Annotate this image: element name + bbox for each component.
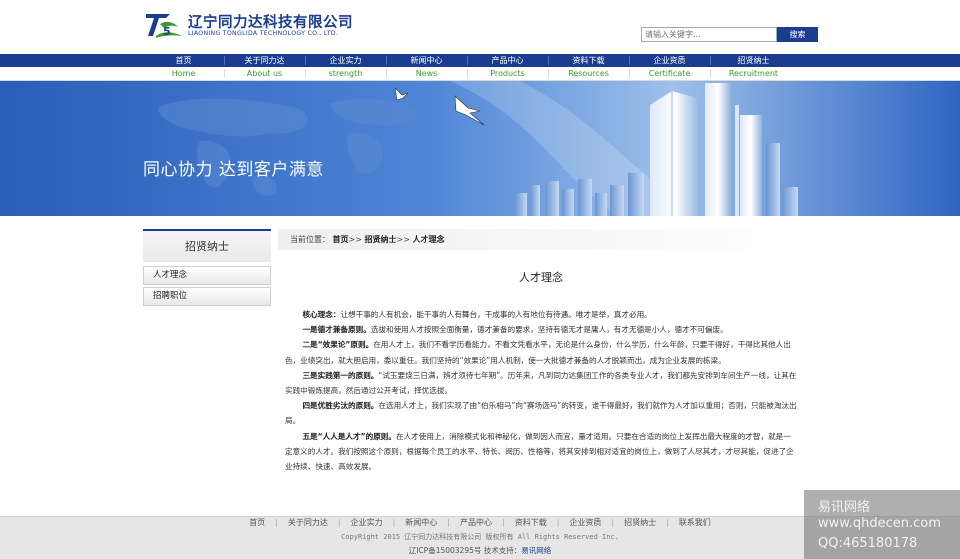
support-label: 技术支持： (483, 546, 522, 555)
nav-item-certificate[interactable]: 企业资质 Certificate (629, 54, 710, 81)
paragraph-text: 让想干事的人有机会，能干事的人有舞台，干成事的人有地位有待遇。唯才是举，真才必用… (340, 310, 652, 319)
nav-label-en: Resources (568, 69, 609, 78)
sidebar-title: 招贤纳士 (143, 229, 271, 262)
article-paragraph: 四是优胜劣汰的原则。在选用人才上，我们实现了由“伯乐相马”向“赛场选马”的转变，… (285, 398, 797, 428)
nav-label-cn: 新闻中心 (410, 56, 443, 65)
nav-divider (710, 69, 711, 78)
banner-illustration (0, 81, 960, 216)
breadcrumb-separator: >> (348, 235, 362, 244)
search-box: 搜索 (641, 27, 819, 43)
sidebar-item-talent-philosophy[interactable]: 人才理念 (143, 266, 271, 285)
nav-label-cn: 企业实力 (329, 56, 362, 65)
nav-label-cn: 产品中心 (491, 56, 524, 65)
footer-divider: | (556, 518, 560, 527)
paragraph-lead: 核心理念： (302, 310, 341, 319)
paragraph-text: 选拔和使用人才按照全面衡量，德才兼备的要求，坚持有德无才是庸人，有才无德是小人，… (370, 325, 728, 335)
nav-label-en: About us (246, 69, 283, 78)
nav-item-home[interactable]: 首页 Home (143, 54, 224, 81)
footer-divider: | (275, 518, 278, 527)
article-paragraph: 三是实践第一的原则。“试玉要烧三日满，辨才须待七年期”。历年来，凡到同力达集团工… (285, 368, 797, 398)
nav-label-en: strength (328, 69, 363, 78)
nav-label-en: Home (171, 69, 196, 78)
breadcrumb-separator: >> (396, 235, 410, 244)
nav-item-about[interactable]: 关于同力达 About us (224, 54, 305, 81)
article-paragraph: 一是德才兼备原则。选拔和使用人才按照全面衡量，德才兼备的要求，坚持有德无才是庸人… (285, 322, 797, 337)
article-title: 人才理念 (519, 271, 563, 284)
main-content: 当前位置： 首页>> 招贤纳士>> 人才理念 人才理念 核心理念：让想干事的人有… (278, 229, 804, 509)
watermark-url: www.qhdecen.com (818, 516, 941, 531)
company-logo[interactable]: 5 辽宁同力达科技有限公司 LIAONING TONGLIDA TECHNOLO… (144, 10, 354, 42)
watermark-overlay: 易讯网络 www.qhdecen.com QQ:465180178 (804, 490, 960, 559)
footer-divider: | (611, 518, 615, 527)
breadcrumb-home[interactable]: 首页 (333, 235, 349, 244)
support-link[interactable]: 易讯网络 (521, 546, 551, 555)
sidebar-item-job-openings[interactable]: 招聘职位 (143, 287, 271, 306)
paragraph-lead: 三是实践第一的原则。 (302, 370, 379, 380)
footer-link-recruitment[interactable]: 招贤纳士 (624, 518, 656, 527)
footer-link-strength[interactable]: 企业实力 (351, 518, 383, 527)
footer-link-products[interactable]: 产品中心 (460, 518, 492, 527)
paragraph-lead: 二是“效果论”原则。 (302, 340, 374, 350)
article-paragraph: 五是“人人是人才”的原则。在人才使用上，消除模式化和神秘化，做到因人而宜，量才适… (285, 429, 797, 475)
nav-label-en: Certificate (648, 69, 691, 78)
nav-item-recruitment[interactable]: 招贤纳士 Recruitment (713, 54, 794, 81)
nav-label-cn: 企业资质 (653, 56, 686, 65)
sidebar: 招贤纳士 人才理念 招聘职位 (143, 229, 271, 306)
footer-link-about[interactable]: 关于同力达 (288, 518, 328, 527)
watermark-qq: QQ:465180178 (818, 536, 918, 551)
footer-divider: | (337, 518, 341, 527)
footer-link-certificate[interactable]: 企业资质 (569, 518, 601, 527)
nav-label-cn: 首页 (175, 56, 192, 65)
footer-link-home[interactable]: 首页 (249, 518, 265, 527)
search-input[interactable] (641, 27, 777, 42)
nav-label-cn: 关于同力达 (244, 56, 285, 65)
icp-number[interactable]: 辽ICP备15003295号 (409, 546, 482, 555)
article-body: 核心理念：让想干事的人有机会，能干事的人有舞台，干成事的人有地位有待遇。唯才是举… (285, 307, 797, 474)
breadcrumb: 当前位置： 首页>> 招贤纳士>> 人才理念 (278, 229, 804, 250)
breadcrumb-section[interactable]: 招贤纳士 (365, 235, 397, 244)
tonglida-logo-icon: 5 (146, 14, 182, 38)
footer-divider: | (392, 518, 396, 527)
nav-item-products[interactable]: 产品中心 Products (467, 54, 548, 81)
svg-text:5: 5 (163, 25, 171, 38)
hero-banner: 同心协力 达到客户满意 (0, 81, 960, 216)
breadcrumb-current: 人才理念 (412, 235, 445, 244)
article-paragraph: 核心理念：让想干事的人有机会，能干事的人有舞台，干成事的人有地位有待遇。唯才是举… (285, 307, 797, 322)
nav-item-resources[interactable]: 资料下载 Resources (548, 54, 629, 81)
company-name-en: LIAONING TONGLIDA TECHNOLOGY CO., LTD. (188, 30, 339, 37)
footer-divider: | (666, 518, 669, 527)
site-header: 5 辽宁同力达科技有限公司 LIAONING TONGLIDA TECHNOLO… (0, 0, 960, 54)
footer-link-resources[interactable]: 资料下载 (515, 518, 547, 527)
main-nav: 首页 Home 关于同力达 About us 企业实力 strength 新闻中… (0, 54, 960, 81)
nav-item-news[interactable]: 新闻中心 News (386, 54, 467, 81)
nav-label-cn: 资料下载 (572, 56, 605, 65)
nav-divider (710, 56, 711, 65)
footer-link-contact[interactable]: 联系我们 (679, 518, 711, 527)
breadcrumb-prefix: 当前位置： (290, 235, 330, 244)
paragraph-lead: 五是“人人是人才”的原则。 (302, 431, 396, 441)
banner-slogan: 同心协力 达到客户满意 (143, 160, 324, 180)
footer-divider: | (502, 518, 505, 527)
footer-link-news[interactable]: 新闻中心 (405, 518, 437, 527)
paragraph-lead: 四是优胜劣汰的原则。 (302, 401, 379, 411)
article-paragraph: 二是“效果论”原则。在用人才上，我们不看学历看能力，不看文凭看水平，无论是什么身… (285, 337, 797, 367)
nav-label-en: Recruitment (728, 69, 779, 78)
search-button[interactable]: 搜索 (777, 27, 818, 42)
paragraph-lead: 一是德才兼备原则。 (302, 325, 371, 335)
nav-item-strength[interactable]: 企业实力 strength (305, 54, 386, 81)
watermark-brand: 易讯网络 (818, 500, 871, 515)
nav-label-en: Products (490, 69, 525, 78)
footer-divider: | (447, 518, 450, 527)
company-name-cn: 辽宁同力达科技有限公司 (188, 15, 353, 31)
nav-label-cn: 招贤纳士 (737, 56, 770, 65)
nav-label-en: News (415, 69, 438, 78)
